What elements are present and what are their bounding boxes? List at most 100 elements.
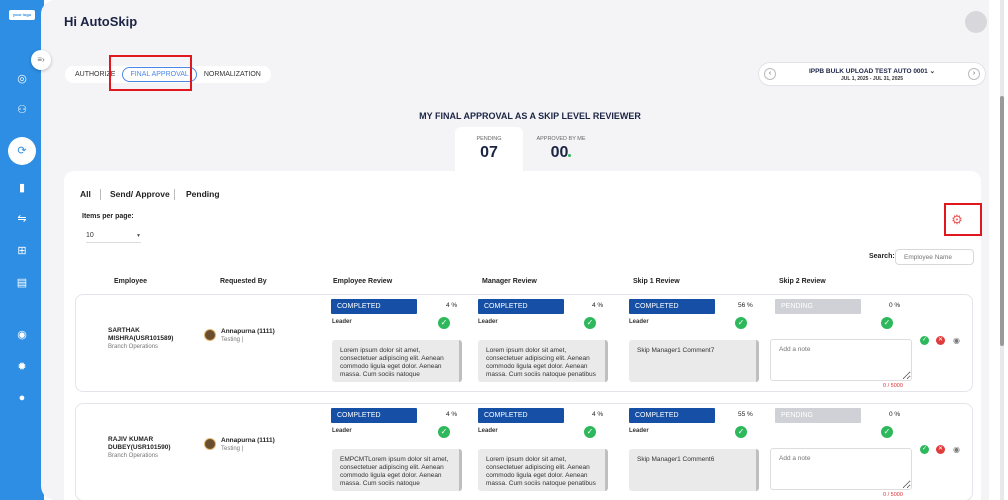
manager-review-status: COMPLETED: [478, 408, 564, 423]
reject-icon[interactable]: ✕: [936, 336, 945, 345]
chevron-down-icon: ▼: [136, 233, 141, 239]
user-icon[interactable]: ●: [15, 391, 29, 405]
col-manager-review: Manager Review: [482, 278, 537, 285]
manager-review-comment: Lorem ipsum dolor sit amet, consectetuer…: [478, 449, 608, 491]
skip2-review-pct: 0 %: [889, 302, 901, 309]
scrollbar-thumb[interactable]: [1000, 96, 1004, 346]
view-eye-icon[interactable]: ◉: [952, 336, 961, 345]
check-icon: ✓: [735, 317, 747, 329]
tab-normalization[interactable]: NORMALIZATION: [197, 67, 268, 82]
employee-review-pct: 4 %: [446, 302, 458, 309]
employee-review-status: COMPLETED: [331, 408, 417, 423]
divider: [100, 189, 101, 200]
cycle-date-range: JUL 1, 2025 - JUL 31, 2025: [840, 76, 904, 82]
view-eye-icon[interactable]: ◉: [952, 445, 961, 454]
approve-icon[interactable]: ✓: [920, 445, 929, 454]
status-dot: [568, 154, 572, 157]
skip1-review-level: Leader: [629, 428, 649, 434]
document-icon[interactable]: ▤: [15, 276, 29, 290]
employee-review-comment: Lorem ipsum dolor sit amet, consectetuer…: [332, 340, 462, 382]
approved-count: 00: [550, 144, 569, 161]
next-cycle-icon[interactable]: ›: [968, 68, 980, 80]
cycle-selector[interactable]: ‹ IPPB BULK UPLOAD TEST AUTO 0001 ⌄ JUL …: [758, 62, 986, 86]
highlight-settings-gear: [944, 203, 982, 236]
approve-icon[interactable]: ✓: [920, 336, 929, 345]
approved-stat[interactable]: APPROVED BY ME 00: [529, 127, 593, 162]
col-skip2-review: Skip 2 Review: [779, 278, 826, 285]
filter-pending[interactable]: Pending: [186, 189, 220, 199]
chevron-down-icon[interactable]: ⌄: [930, 68, 935, 75]
hierarchy-icon[interactable]: ⊞: [15, 244, 29, 258]
manager-review-level: Leader: [478, 428, 498, 434]
pending-label: PENDING: [476, 136, 502, 142]
search-label: Search:: [869, 253, 895, 260]
note-char-counter: 0 / 5000: [883, 492, 903, 498]
filter-send-approve[interactable]: Send/ Approve: [110, 189, 170, 199]
requester-sub: Testing |: [221, 337, 244, 343]
settings-icon[interactable]: ✹: [15, 360, 29, 374]
check-icon: ✓: [881, 426, 893, 438]
skip2-review-status: PENDING: [775, 299, 861, 314]
section-title: MY FINAL APPROVAL AS A SKIP LEVEL REVIEW…: [419, 111, 641, 121]
skip1-review-pct: 55 %: [738, 411, 753, 418]
check-icon: ✓: [735, 426, 747, 438]
requester-avatar: [204, 329, 216, 341]
employee-review-level: Leader: [332, 428, 352, 434]
company-logo: your logo: [9, 10, 35, 20]
page-title: Hi AutoSkip: [64, 14, 138, 29]
skip2-review-status: PENDING: [775, 408, 861, 423]
note-char-counter: 0 / 5000: [883, 383, 903, 389]
check-icon: ✓: [438, 426, 450, 438]
manager-review-pct: 4 %: [592, 302, 604, 309]
handshake-icon[interactable]: ⇋: [15, 212, 29, 226]
skip2-note-input[interactable]: [770, 339, 912, 381]
team-icon[interactable]: ⚇: [15, 103, 29, 117]
manager-review-pct: 4 %: [592, 411, 604, 418]
manager-review-status: COMPLETED: [478, 299, 564, 314]
pending-count: 07: [480, 144, 498, 161]
employee-dept: Branch Operations: [108, 344, 159, 350]
items-per-page-value: 10: [86, 232, 94, 239]
approval-panel: All Send/ Approve Pending Items per page…: [64, 171, 981, 500]
employee-review-comment: EMPCMTLorem ipsum dolor sit amet, consec…: [332, 449, 462, 491]
manager-review-level: Leader: [478, 319, 498, 325]
check-icon: ✓: [881, 317, 893, 329]
check-icon: ✓: [584, 426, 596, 438]
skip2-note-input[interactable]: [770, 448, 912, 490]
skip1-review-pct: 56 %: [738, 302, 753, 309]
col-requested-by: Requested By: [220, 278, 267, 285]
skip1-review-status: COMPLETED: [629, 299, 715, 314]
profile-avatar[interactable]: [965, 11, 987, 33]
reject-icon[interactable]: ✕: [936, 445, 945, 454]
items-per-page-label: Items per page:: [82, 213, 134, 220]
sidebar: your logo ◎ ⚇ ⟳ ▮ ⇋ ⊞ ▤ ◉ ✹ ●: [0, 0, 44, 500]
col-employee-review: Employee Review: [333, 278, 393, 285]
highlight-final-approval: [109, 55, 192, 91]
book-icon[interactable]: ▮: [15, 181, 29, 195]
pending-stat[interactable]: PENDING 07: [455, 127, 523, 173]
skip1-review-level: Leader: [629, 319, 649, 325]
view-icon[interactable]: ◉: [15, 328, 29, 342]
requester-name: Annapurna (1111): [221, 328, 275, 335]
filter-all[interactable]: All: [80, 189, 91, 199]
requester-name: Annapurna (1111): [221, 437, 275, 444]
manager-review-comment: Lorem ipsum dolor sit amet, consectetuer…: [478, 340, 608, 382]
requester-sub: Testing |: [221, 446, 244, 452]
skip1-review-status: COMPLETED: [629, 408, 715, 423]
cycle-title: IPPB BULK UPLOAD TEST AUTO 0001: [808, 68, 928, 75]
employee-name: RAJIV KUMAR DUBEY(USR101590): [108, 436, 171, 451]
skip1-review-comment: Skip Manager1 Comment7: [629, 340, 759, 382]
employee-dept: Branch Operations: [108, 453, 159, 459]
approved-label: APPROVED BY ME: [536, 136, 586, 142]
collapse-sidebar-button[interactable]: ≡›: [31, 50, 51, 70]
skip-review-icon[interactable]: ⟳: [8, 137, 36, 165]
employee-review-level: Leader: [332, 319, 352, 325]
requester-avatar: [204, 438, 216, 450]
divider: [174, 189, 175, 200]
target-icon[interactable]: ◎: [15, 72, 29, 86]
items-per-page-select[interactable]: 10 ▼: [86, 229, 141, 243]
search-input[interactable]: [895, 249, 974, 265]
col-skip1-review: Skip 1 Review: [633, 278, 680, 285]
skip1-review-comment: Skip Manager1 Comment6: [629, 449, 759, 491]
table-row: RAJIV KUMAR DUBEY(USR101590) Branch Oper…: [75, 403, 973, 500]
